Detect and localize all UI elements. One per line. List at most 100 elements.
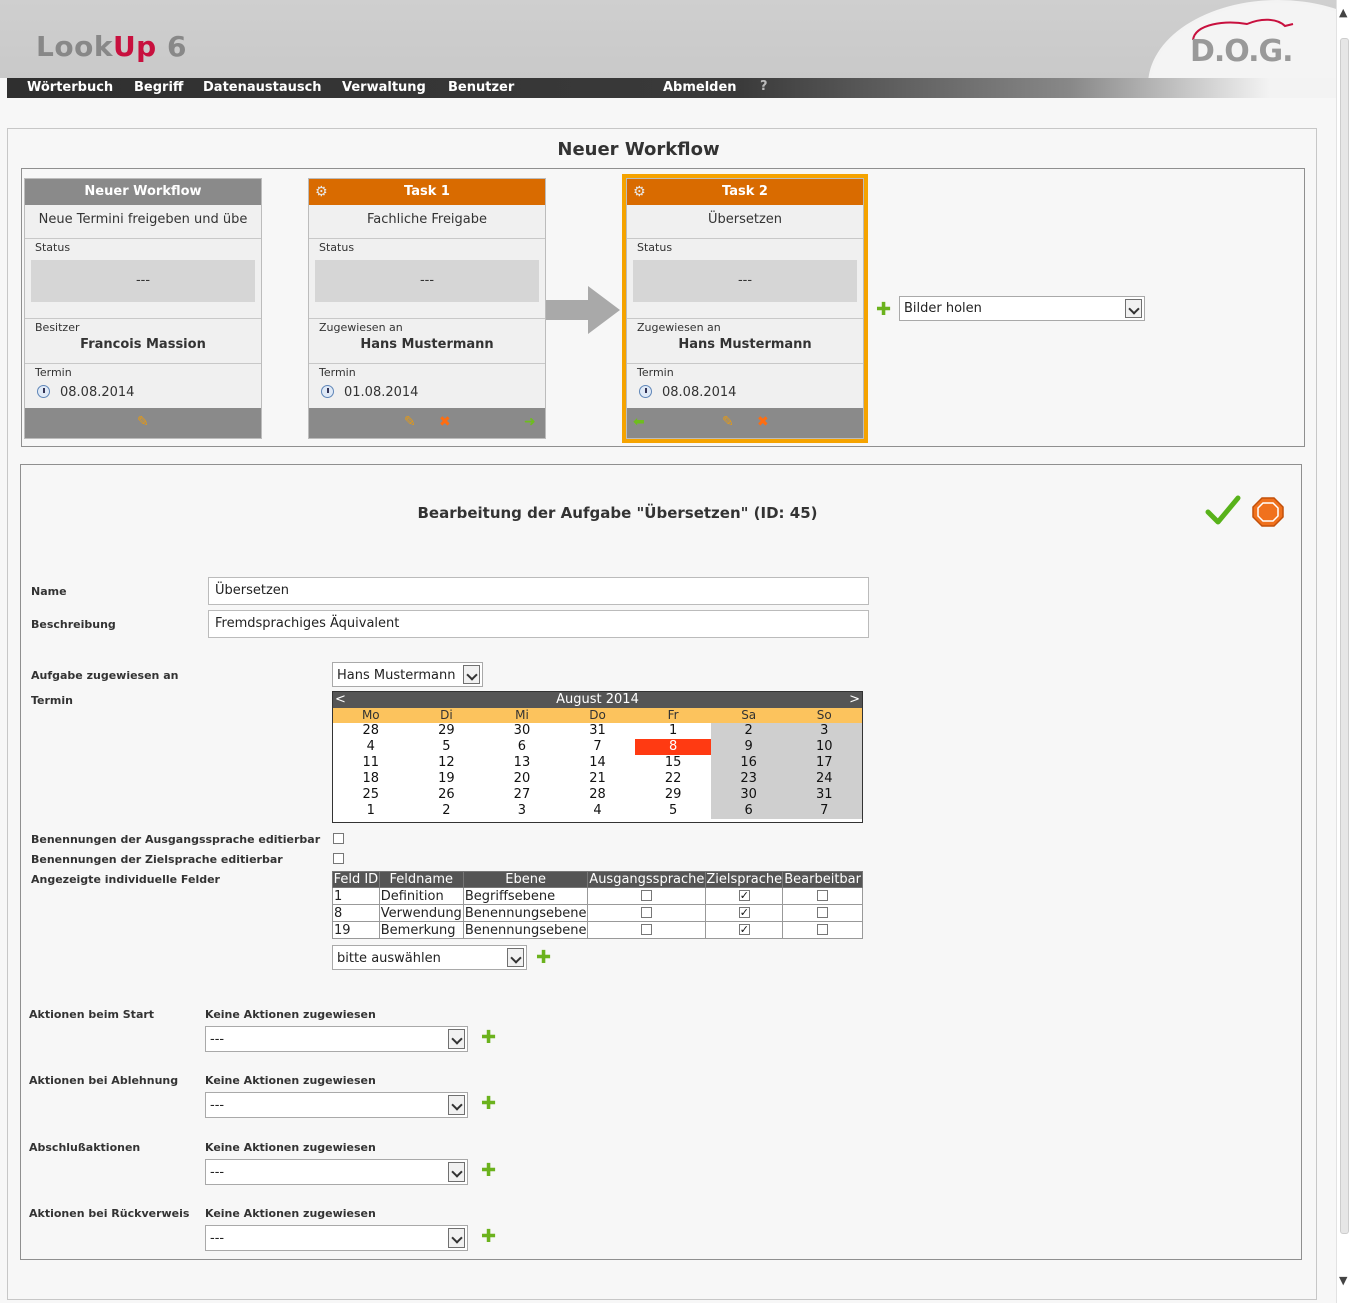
- calendar-day[interactable]: 15: [635, 755, 711, 771]
- scroll-down-icon[interactable]: ▼: [1339, 1274, 1347, 1287]
- nav-benutzer[interactable]: Benutzer: [448, 80, 514, 95]
- nav-begriff[interactable]: Begriff: [134, 80, 183, 95]
- workflow-card-task-2[interactable]: ⚙ Task 2 Übersetzen Status --- Zugewiese…: [622, 174, 868, 443]
- source-checkbox[interactable]: [641, 889, 653, 901]
- calendar-day[interactable]: 26: [409, 787, 485, 803]
- field-select[interactable]: bitte auswählen: [332, 945, 527, 970]
- chevron-down-icon[interactable]: [448, 1095, 465, 1115]
- action-select[interactable]: ---: [205, 1092, 468, 1118]
- date-calendar[interactable]: < August 2014 > Mo Di Mi Do Fr Sa So 28 2…: [332, 691, 863, 823]
- edit-pencil-icon[interactable]: ✎: [722, 414, 734, 430]
- add-action-plus-icon[interactable]: ✚: [481, 1027, 496, 1048]
- calendar-day[interactable]: 27: [484, 787, 560, 803]
- calendar-day[interactable]: 29: [635, 787, 711, 803]
- chevron-down-icon[interactable]: [507, 948, 524, 967]
- cancel-stop-icon[interactable]: [1252, 497, 1284, 527]
- gear-icon[interactable]: ⚙: [633, 179, 646, 205]
- chevron-down-icon[interactable]: [1125, 299, 1142, 318]
- nav-verwaltung[interactable]: Verwaltung: [342, 80, 426, 95]
- calendar-day[interactable]: 2: [409, 803, 485, 819]
- calendar-day[interactable]: 2: [710, 723, 787, 739]
- calendar-day[interactable]: 10: [786, 739, 863, 755]
- calendar-day[interactable]: 16: [710, 755, 787, 771]
- workflow-card-start[interactable]: Neuer Workflow Neue Termini freigeben un…: [24, 178, 262, 439]
- edit-pencil-icon[interactable]: ✎: [137, 414, 149, 430]
- action-select[interactable]: ---: [205, 1026, 468, 1052]
- calendar-day[interactable]: 6: [484, 739, 560, 755]
- calendar-day[interactable]: 21: [560, 771, 636, 787]
- target-checkbox[interactable]: [738, 888, 750, 903]
- chevron-down-icon[interactable]: [463, 665, 480, 684]
- calendar-day[interactable]: 18: [333, 771, 409, 787]
- editable-checkbox[interactable]: [817, 889, 829, 901]
- calendar-day[interactable]: 25: [333, 787, 409, 803]
- calendar-day[interactable]: 3: [786, 723, 863, 739]
- chevron-down-icon[interactable]: [448, 1228, 465, 1248]
- save-check-icon[interactable]: [1205, 494, 1241, 526]
- calendar-day[interactable]: 30: [710, 787, 787, 803]
- calendar-day[interactable]: 11: [333, 755, 409, 771]
- add-action-plus-icon[interactable]: ✚: [481, 1226, 496, 1247]
- calendar-day[interactable]: 23: [710, 771, 787, 787]
- source-checkbox[interactable]: [641, 906, 653, 918]
- help-icon[interactable]: ?: [760, 79, 768, 94]
- arrow-right-icon[interactable]: ➜: [524, 414, 536, 430]
- target-checkbox[interactable]: [738, 905, 750, 920]
- workflow-card-task-1[interactable]: ⚙ Task 1 Fachliche Freigabe Status --- Z…: [308, 178, 546, 439]
- calendar-day[interactable]: 6: [710, 803, 787, 819]
- calendar-day[interactable]: 19: [409, 771, 485, 787]
- calendar-day[interactable]: 13: [484, 755, 560, 771]
- gear-icon[interactable]: ⚙: [315, 179, 328, 205]
- action-select[interactable]: ---: [205, 1159, 468, 1185]
- calendar-day[interactable]: 24: [786, 771, 863, 787]
- delete-icon[interactable]: ✖: [439, 414, 451, 430]
- calendar-day[interactable]: 14: [560, 755, 636, 771]
- calendar-day[interactable]: 8: [635, 739, 711, 755]
- calendar-day[interactable]: 28: [560, 787, 636, 803]
- calendar-day[interactable]: 5: [409, 739, 485, 755]
- source-checkbox[interactable]: [641, 923, 653, 935]
- calendar-day[interactable]: 4: [560, 803, 636, 819]
- calendar-day[interactable]: 3: [484, 803, 560, 819]
- editable-checkbox[interactable]: [817, 906, 829, 918]
- calendar-day[interactable]: 31: [560, 723, 636, 739]
- calendar-day[interactable]: 5: [635, 803, 711, 819]
- scroll-up-icon[interactable]: ▲: [1339, 6, 1347, 19]
- calendar-day[interactable]: 7: [560, 739, 636, 755]
- target-editable-checkbox[interactable]: [333, 853, 344, 864]
- editable-checkbox[interactable]: [817, 923, 829, 935]
- calendar-day[interactable]: 12: [409, 755, 485, 771]
- add-task-select[interactable]: Bilder holen: [899, 296, 1145, 321]
- chevron-down-icon[interactable]: [448, 1162, 465, 1182]
- calendar-day[interactable]: 31: [786, 787, 863, 803]
- calendar-prev-button[interactable]: <: [335, 692, 346, 708]
- scroll-thumb[interactable]: [1340, 38, 1349, 1234]
- add-action-plus-icon[interactable]: ✚: [481, 1093, 496, 1114]
- add-action-plus-icon[interactable]: ✚: [481, 1160, 496, 1181]
- edit-pencil-icon[interactable]: ✎: [404, 414, 416, 430]
- name-input[interactable]: Übersetzen: [208, 577, 869, 605]
- calendar-day[interactable]: 22: [635, 771, 711, 787]
- calendar-day[interactable]: 1: [635, 723, 711, 739]
- nav-datenaustausch[interactable]: Datenaustausch: [203, 80, 322, 95]
- logout-link[interactable]: Abmelden: [663, 80, 737, 95]
- calendar-day[interactable]: 30: [484, 723, 560, 739]
- calendar-day[interactable]: 17: [786, 755, 863, 771]
- assign-select[interactable]: Hans Mustermann: [332, 662, 483, 687]
- calendar-next-button[interactable]: >: [849, 692, 860, 708]
- action-select[interactable]: ---: [205, 1225, 468, 1251]
- calendar-day[interactable]: 9: [710, 739, 787, 755]
- nav-woerterbuch[interactable]: Wörterbuch: [27, 80, 113, 95]
- calendar-day[interactable]: 4: [333, 739, 409, 755]
- add-field-plus-icon[interactable]: ✚: [536, 947, 551, 968]
- arrow-left-icon[interactable]: ⬅: [633, 414, 645, 430]
- chevron-down-icon[interactable]: [448, 1029, 465, 1049]
- target-checkbox[interactable]: [738, 922, 750, 937]
- description-input[interactable]: Fremdsprachiges Äquivalent: [208, 610, 869, 638]
- calendar-day[interactable]: 29: [409, 723, 485, 739]
- source-editable-checkbox[interactable]: [333, 833, 344, 844]
- page-scrollbar[interactable]: ▲ ▼: [1336, 0, 1351, 1303]
- calendar-day[interactable]: 1: [333, 803, 409, 819]
- calendar-day[interactable]: 20: [484, 771, 560, 787]
- add-task-plus-icon[interactable]: ✚: [876, 299, 891, 320]
